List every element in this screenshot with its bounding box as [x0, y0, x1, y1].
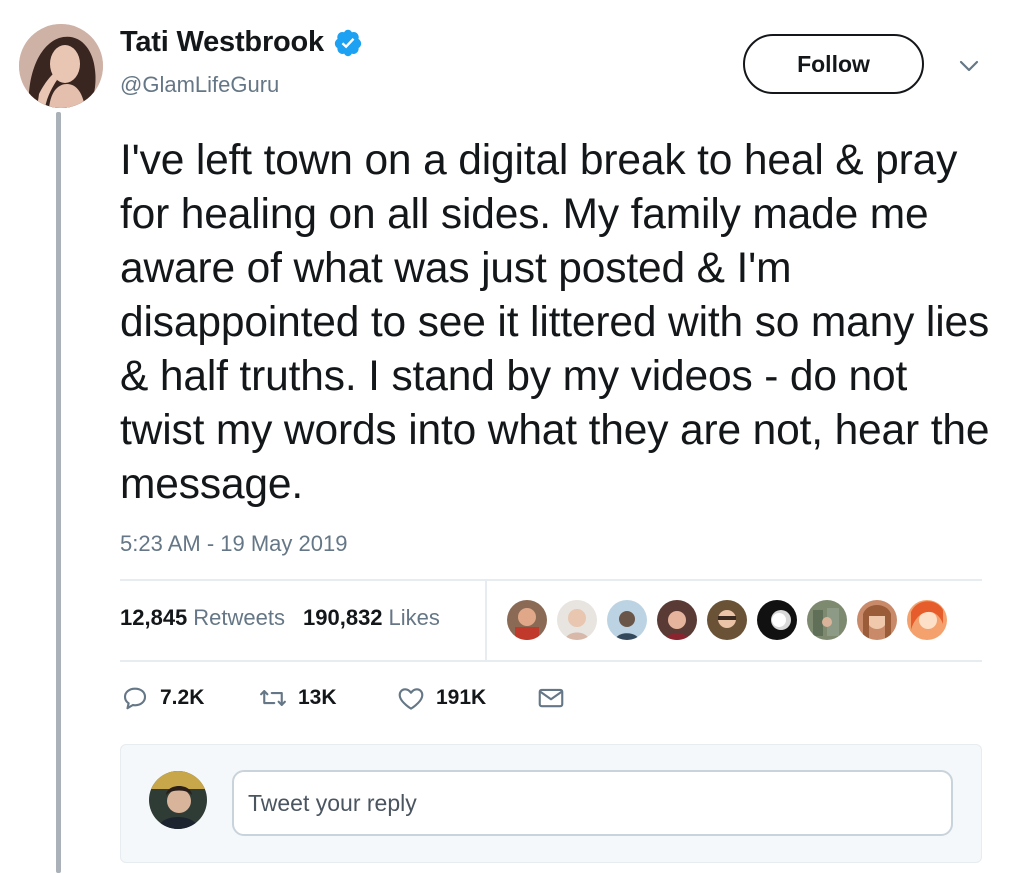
verified-badge-icon — [334, 29, 362, 56]
liker-avatar[interactable] — [755, 598, 799, 642]
heart-icon — [398, 688, 424, 710]
author-avatar[interactable] — [19, 24, 103, 108]
liker-avatar[interactable] — [505, 598, 549, 642]
divider-vertical — [485, 580, 487, 660]
liker-avatar[interactable] — [705, 598, 749, 642]
liker-avatar[interactable] — [905, 598, 949, 642]
tweet-text: I've left town on a digital break to hea… — [120, 137, 990, 508]
reply-count: 7.2K — [160, 686, 205, 709]
reply-input[interactable] — [232, 770, 953, 836]
liker-avatar[interactable] — [555, 598, 599, 642]
liker-avatar[interactable] — [655, 598, 699, 642]
divider-bottom — [120, 660, 982, 662]
user-avatar-image — [149, 771, 207, 829]
liker-avatars — [505, 598, 955, 642]
like-action[interactable]: 191K — [396, 683, 486, 713]
likes-count: 190,832 — [303, 605, 383, 630]
direct-message-action[interactable] — [536, 683, 566, 713]
retweets-count: 12,845 — [120, 605, 188, 630]
retweets-stat[interactable]: 12,845 Retweets — [120, 605, 285, 631]
chevron-down-icon[interactable] — [958, 58, 980, 74]
thread-line — [56, 112, 61, 873]
tweet-timestamp[interactable]: 5:23 AM - 19 May 2019 — [120, 531, 347, 557]
liker-avatar[interactable] — [855, 598, 899, 642]
retweet-action[interactable]: 13K — [258, 683, 337, 713]
current-user-avatar[interactable] — [149, 771, 207, 829]
like-count: 191K — [436, 686, 487, 709]
author-handle[interactable]: @GlamLifeGuru — [120, 72, 279, 98]
envelope-icon — [538, 688, 564, 708]
liker-avatar[interactable] — [805, 598, 849, 642]
divider-top — [120, 579, 982, 581]
retweets-label: Retweets — [193, 605, 286, 630]
reply-icon — [123, 687, 147, 710]
author-display-name[interactable]: Tati Westbrook — [120, 26, 324, 59]
reply-action[interactable]: 7.2K — [120, 683, 204, 713]
engagement-stats: 12,845 Retweets 190,832 Likes — [120, 605, 440, 631]
likes-label: Likes — [388, 605, 440, 630]
retweet-icon — [260, 690, 286, 706]
liker-avatar[interactable] — [605, 598, 649, 642]
retweet-count: 13K — [298, 686, 337, 709]
follow-button[interactable]: Follow — [743, 34, 924, 94]
likes-stat[interactable]: 190,832 Likes — [303, 605, 440, 631]
profile-avatar-image — [19, 24, 103, 108]
